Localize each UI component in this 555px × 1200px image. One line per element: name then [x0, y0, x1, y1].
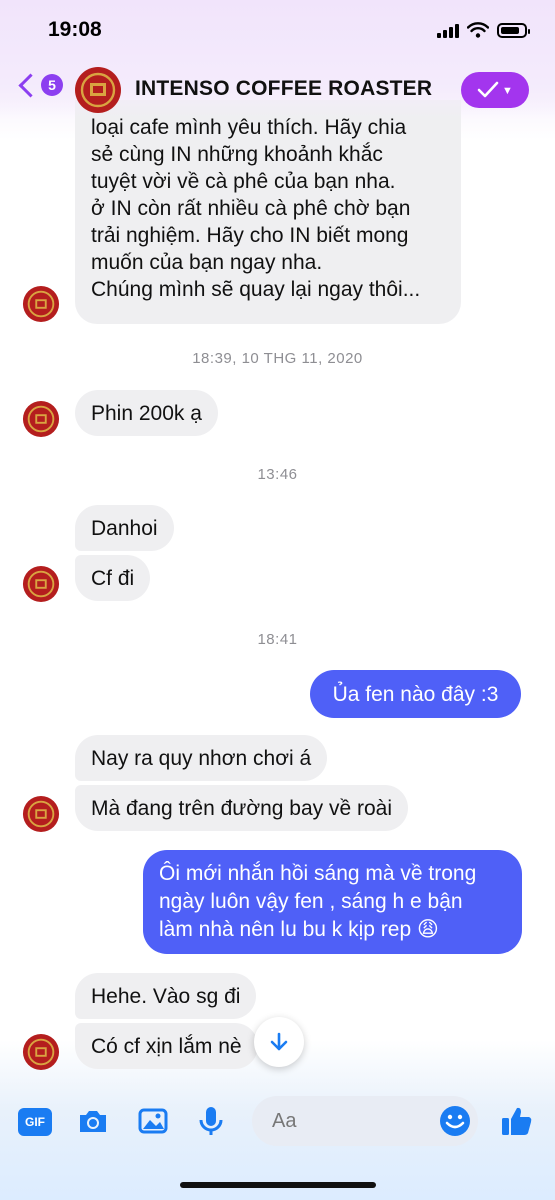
like-icon[interactable] — [500, 1104, 534, 1138]
home-indicator — [180, 1182, 376, 1188]
composer: GIF Aa — [0, 1092, 555, 1148]
message-bubble-outgoing: Ủa fen nào đây :3 — [310, 670, 521, 718]
back-button[interactable]: 5 — [16, 72, 63, 98]
message-bubble-incoming: Phin 200k ạ — [75, 390, 218, 436]
message-input-placeholder: Aa — [272, 1110, 297, 1132]
chat-title[interactable]: INTENSO COFFEE ROASTER — [135, 77, 432, 101]
battery-icon — [497, 22, 530, 38]
check-icon — [477, 81, 499, 98]
camera-icon[interactable] — [76, 1104, 110, 1138]
message-bubble-incoming: Có cf xịn lắm nè — [75, 1023, 258, 1069]
chevron-left-icon — [18, 72, 43, 98]
emoji-icon[interactable] — [438, 1104, 472, 1138]
image-icon[interactable] — [136, 1104, 170, 1138]
message-bubble-incoming: loại cafe mình yêu thích. Hãy chia sẻ cù… — [75, 100, 461, 324]
weary-face-emoji: 😩 — [417, 918, 439, 942]
arrow-down-icon — [270, 1032, 288, 1051]
timestamp: 13:46 — [257, 466, 298, 483]
avatar — [22, 795, 60, 833]
signal-icon — [437, 22, 459, 38]
avatar — [22, 285, 60, 323]
page-avatar[interactable] — [74, 66, 122, 114]
message-bubble-incoming: Cf đi — [75, 555, 151, 601]
scroll-to-bottom-button[interactable] — [254, 1017, 304, 1067]
chat-header: 5 INTENSO COFFEE ROASTER ▼ — [0, 60, 555, 120]
message-line-text: làm nhà nên lu bu k kịp rep — [159, 918, 412, 941]
header-action-button[interactable]: ▼ — [461, 72, 529, 108]
message-bubble-incoming: Hehe. Vào sg đi — [75, 973, 257, 1019]
wifi-icon — [467, 22, 489, 38]
message-bubble-outgoing: Ôi mới nhắn hồi sáng mà về trong ngày lu… — [143, 850, 522, 954]
avatar — [22, 565, 60, 603]
unread-count-badge: 5 — [41, 74, 63, 96]
gif-label: GIF — [25, 1115, 45, 1129]
caret-down-icon: ▼ — [502, 85, 513, 97]
timestamp: 18:41 — [257, 631, 298, 648]
message-line: làm nhà nên lu bu k kịp rep 😩 — [159, 916, 506, 944]
message-bubble-incoming: Nay ra quy nhơn chơi á — [75, 735, 328, 781]
avatar — [22, 1033, 60, 1071]
status-bar: 19:08 — [0, 0, 555, 60]
message-bubble-incoming: Mà đang trên đường bay về roài — [75, 785, 409, 831]
status-icons — [437, 22, 530, 38]
message-line: ngày luôn vậy fen , sáng h e bận — [159, 890, 463, 913]
timestamp: 18:39, 10 THG 11, 2020 — [192, 350, 363, 367]
battery-level — [501, 26, 519, 34]
message-line: Ôi mới nhắn hồi sáng mà về trong — [159, 862, 477, 885]
gif-button[interactable]: GIF — [18, 1108, 52, 1136]
message-list[interactable]: loại cafe mình yêu thích. Hãy chia sẻ cù… — [0, 0, 555, 1200]
message-bubble-incoming: Danhoi — [75, 505, 174, 551]
microphone-icon[interactable] — [194, 1104, 228, 1138]
avatar — [22, 400, 60, 438]
status-time: 19:08 — [48, 18, 102, 41]
